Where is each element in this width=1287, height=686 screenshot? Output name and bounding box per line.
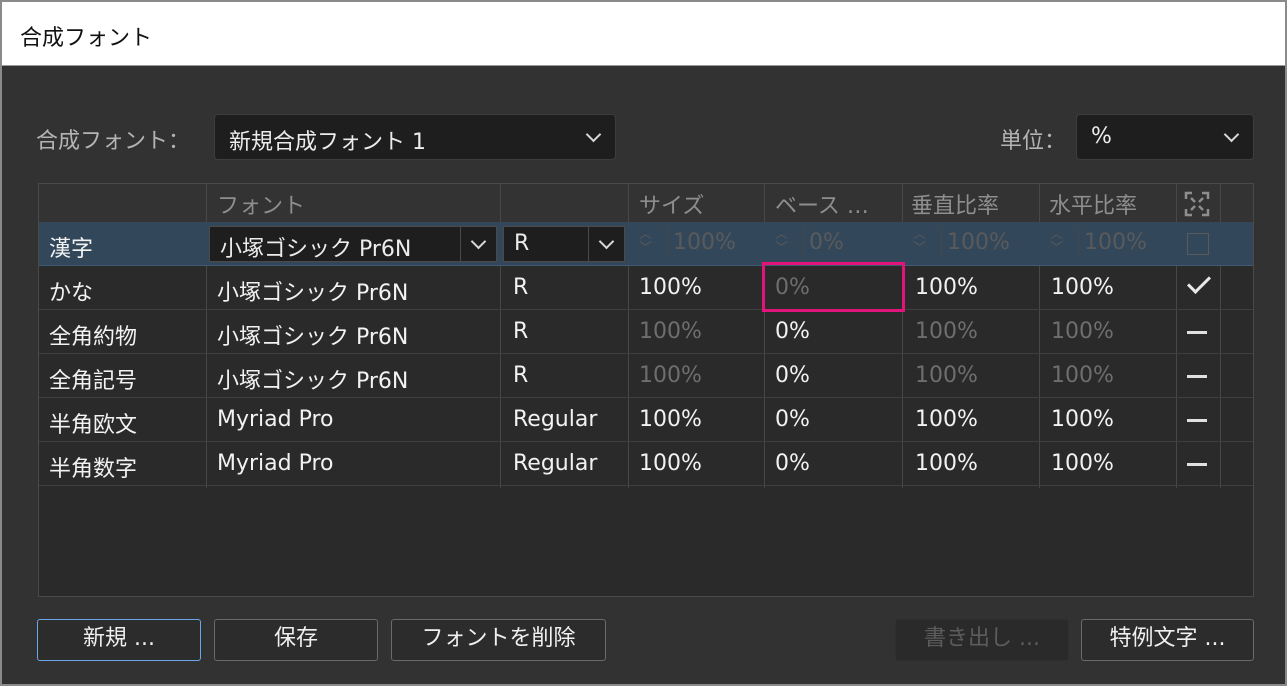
stepper-arrows-icon: ︿ ﹀ — [1050, 227, 1064, 256]
row-name: 漢字 — [49, 237, 94, 262]
table-row[interactable]: 漢字 小塚ゴシック Pr6N R ︿ ﹀ 100% ︿ ﹀ 0% ︿ ﹀ 100… — [39, 222, 1253, 266]
font-settings-table: フォント サイズ ベース … 垂直比率 水平比率 漢字 小塚ゴシック Pr6N — [38, 183, 1254, 597]
font-value: Myriad Pro — [217, 451, 334, 476]
hscale-value: 100% — [1084, 230, 1147, 255]
hscale-value: 100% — [1051, 407, 1114, 432]
size-value: 100% — [639, 363, 702, 388]
vscale-value: 100% — [915, 275, 978, 300]
size-value: 100% — [639, 407, 702, 432]
composite-font-label: 合成フォント： — [36, 129, 191, 154]
chevron-down-icon — [585, 126, 602, 143]
dash-icon — [1187, 463, 1207, 466]
size-value: 100% — [639, 319, 702, 344]
unit-select[interactable]: % — [1076, 114, 1254, 160]
table-row[interactable]: 半角欧文 Myriad Pro Regular 100% 0% 100% 100… — [39, 398, 1253, 442]
font-value: 小塚ゴシック Pr6N — [220, 237, 412, 262]
export-button[interactable]: 書き出し ... — [895, 619, 1069, 661]
baseline-value: 0% — [775, 451, 810, 476]
header-horizontal-scale[interactable]: 水平比率 — [1049, 188, 1137, 220]
chevron-down-icon — [598, 233, 615, 250]
hscale-value: 100% — [1051, 451, 1114, 476]
vscale-value: 100% — [915, 407, 978, 432]
font-select[interactable]: 小塚ゴシック Pr6N — [209, 226, 497, 262]
dash-icon — [1187, 419, 1207, 422]
row-name: 全角記号 — [49, 369, 138, 394]
font-value: 小塚ゴシック Pr6N — [217, 369, 409, 394]
row-name: 半角数字 — [49, 457, 138, 482]
size-value: 100% — [639, 275, 702, 300]
style-value: R — [513, 319, 529, 344]
chevron-down-icon — [1223, 126, 1240, 143]
size-stepper: ︿ ﹀ 100% — [637, 226, 761, 262]
composite-font-select[interactable]: 新規合成フォント 1 — [214, 114, 616, 160]
checkmark-icon — [1186, 269, 1212, 295]
dialog-title: 合成フォント — [20, 26, 153, 51]
new-button[interactable]: 新規 ... — [37, 619, 201, 661]
style-value: R — [513, 275, 529, 300]
stepper-arrows-icon: ︿ ﹀ — [775, 227, 789, 256]
table-header: フォント サイズ ベース … 垂直比率 水平比率 — [39, 184, 1253, 222]
row-name: 全角約物 — [49, 325, 138, 350]
style-value: R — [513, 363, 529, 388]
font-select-button[interactable] — [460, 227, 496, 261]
header-size[interactable]: サイズ — [639, 188, 704, 220]
hscale-value: 100% — [1051, 275, 1114, 300]
size-value: 100% — [673, 230, 736, 255]
vscale-value: 100% — [915, 451, 978, 476]
row-name: かな — [49, 281, 94, 306]
highlight-box — [762, 262, 905, 312]
row-name: 半角欧文 — [49, 413, 138, 438]
vscale-value: 100% — [915, 319, 978, 344]
font-value: Myriad Pro — [217, 407, 334, 432]
stepper-arrows-icon: ︿ ﹀ — [913, 227, 927, 256]
size-value: 100% — [639, 451, 702, 476]
baseline-value: 0% — [775, 363, 810, 388]
table-row[interactable]: 半角数字 Myriad Pro Regular 100% 0% 100% 100… — [39, 442, 1253, 486]
style-value: Regular — [513, 451, 598, 476]
baseline-value: 0% — [775, 407, 810, 432]
hscale-stepper: ︿ ﹀ 100% — [1048, 226, 1174, 262]
hscale-value: 100% — [1051, 363, 1114, 388]
style-value: Regular — [513, 407, 598, 432]
exceptions-button[interactable]: 特例文字 ... — [1081, 619, 1254, 661]
font-value: 小塚ゴシック Pr6N — [217, 325, 409, 350]
header-baseline[interactable]: ベース … — [775, 188, 869, 220]
vscale-value: 100% — [947, 230, 1010, 255]
baseline-value: 0% — [809, 230, 844, 255]
table-row[interactable]: かな 小塚ゴシック Pr6N R 100% 0% 100% 100% — [39, 266, 1253, 310]
table-row[interactable]: 全角約物 小塚ゴシック Pr6N R 100% 0% 100% 100% — [39, 310, 1253, 354]
save-button[interactable]: 保存 — [214, 619, 378, 661]
vscale-stepper: ︿ ﹀ 100% — [911, 226, 1037, 262]
delete-font-button[interactable]: フォントを削除 — [391, 619, 606, 661]
table-row[interactable]: 全角記号 小塚ゴシック Pr6N R 100% 0% 100% 100% — [39, 354, 1253, 398]
baseline-value: 0% — [775, 319, 810, 344]
dash-icon — [1187, 375, 1207, 378]
composite-font-dialog: 合成フォント 合成フォント： 新規合成フォント 1 単位： % フォント サイズ… — [0, 0, 1287, 686]
scale-checkbox — [1187, 233, 1209, 255]
unit-value: % — [1091, 124, 1112, 149]
baseline-stepper: ︿ ﹀ 0% — [773, 226, 899, 262]
stepper-arrows-icon: ︿ ﹀ — [639, 227, 653, 256]
style-select[interactable]: R — [503, 226, 625, 262]
header-vertical-scale[interactable]: 垂直比率 — [911, 188, 999, 220]
hscale-value: 100% — [1051, 319, 1114, 344]
style-select-button[interactable] — [588, 227, 624, 261]
chevron-down-icon — [470, 233, 487, 250]
unit-label: 単位： — [1000, 129, 1067, 154]
style-value: R — [514, 231, 530, 256]
header-font[interactable]: フォント — [217, 188, 305, 220]
composite-font-value: 新規合成フォント 1 — [229, 130, 426, 155]
vscale-value: 100% — [915, 363, 978, 388]
title-bar: 合成フォント — [2, 2, 1285, 66]
font-value: 小塚ゴシック Pr6N — [217, 281, 409, 306]
fit-arrows-icon — [1184, 191, 1210, 217]
dash-icon — [1187, 331, 1207, 334]
